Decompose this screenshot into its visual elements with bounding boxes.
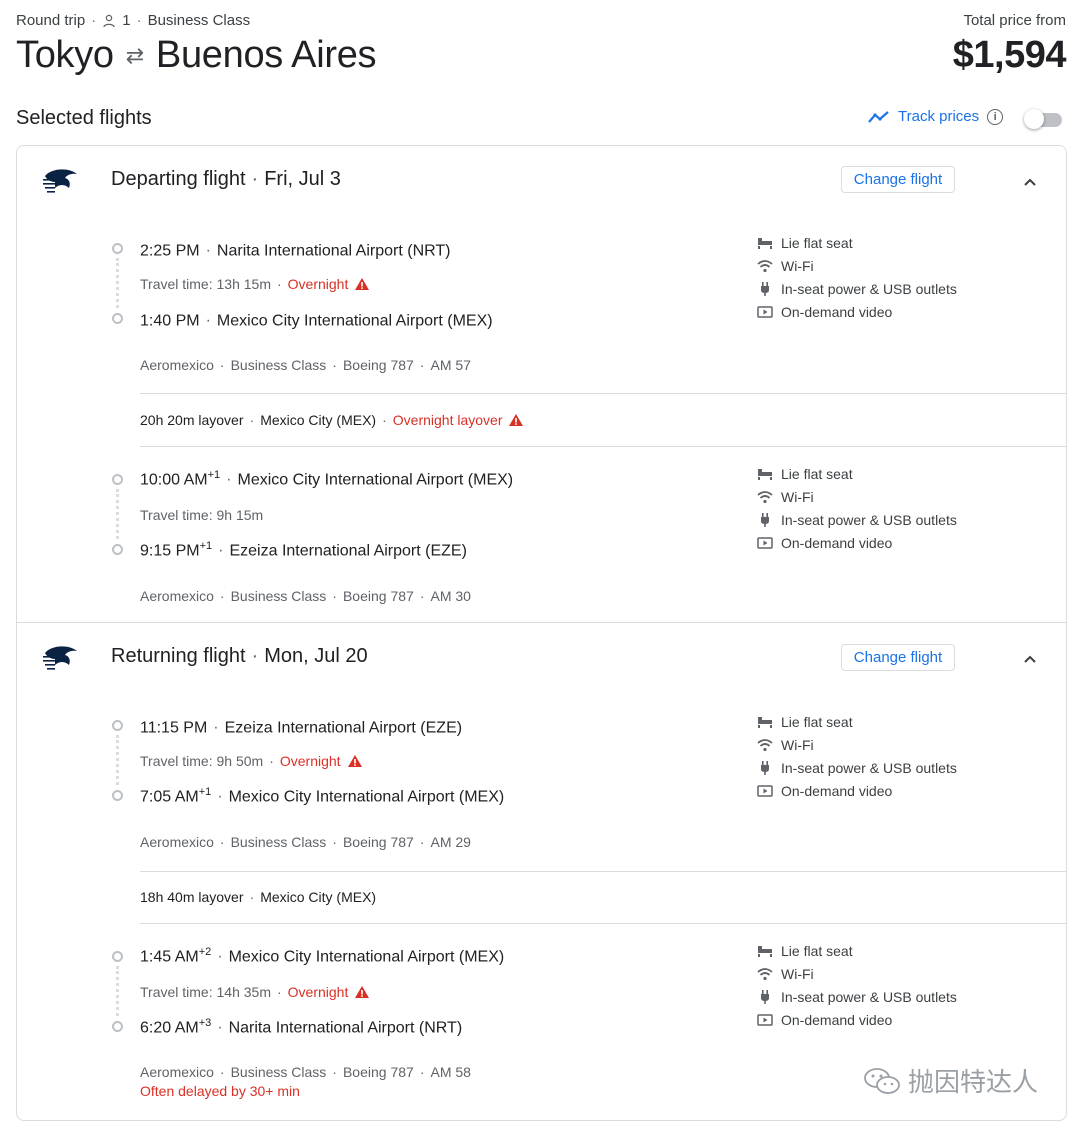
watermark: 抛因特达人 <box>862 1062 1038 1099</box>
layover-info: 18h 40m layover · Mexico City (MEX) <box>140 889 377 905</box>
video-icon <box>757 536 773 549</box>
amenities-list: Lie flat seat Wi-Fi In-seat power & USB … <box>757 231 957 323</box>
flight-details: Aeromexico · Business Class · Boeing 787 · AM … <box>140 834 471 850</box>
track-prices[interactable]: Track prices i <box>868 108 1004 125</box>
power-plug-icon <box>761 281 769 296</box>
travel-time: Travel time: 14h 35m · Overnight <box>140 984 370 1000</box>
wifi-icon <box>757 738 773 751</box>
origin-city: Tokyo <box>16 34 114 76</box>
video-icon <box>757 1013 773 1026</box>
seat-icon <box>758 716 772 728</box>
track-prices-toggle[interactable] <box>1024 109 1064 129</box>
returning-title: Returning flight <box>111 645 246 667</box>
departing-title: Departing flight <box>111 168 246 190</box>
returning-heading: Returning flight · Mon, Jul 20 <box>111 645 368 667</box>
price-label: Total price from <box>963 12 1066 29</box>
change-returning-flight-button[interactable]: Change flight <box>841 644 955 671</box>
warning-icon <box>509 414 524 426</box>
video-icon <box>757 784 773 797</box>
track-prices-label[interactable]: Track prices <box>898 108 979 125</box>
info-icon[interactable]: i <box>987 108 1004 125</box>
wifi-icon <box>757 259 773 272</box>
amenities-list: Lie flat seat Wi-Fi In-seat power & USB … <box>757 939 957 1031</box>
arrival-dot <box>112 544 123 555</box>
trip-summary: Round trip · 1 · Business Class <box>16 12 251 29</box>
departure-line: 2:25 PM · Narita International Airport (NR… <box>140 242 451 260</box>
returning-date: Mon, Jul 20 <box>264 645 368 667</box>
departure-line: 11:15 PM · Ezeiza International Airport (E… <box>140 719 463 737</box>
departure-dot <box>112 720 123 731</box>
aeromexico-logo <box>43 169 77 193</box>
amenities-list: Lie flat seat Wi-Fi In-seat power & USB … <box>757 462 957 554</box>
departure-dot <box>112 243 123 254</box>
trend-icon <box>868 110 889 123</box>
travel-time: Travel time: 9h 50m · Overnight <box>140 753 363 769</box>
selected-flights-heading: Selected flights <box>16 107 152 129</box>
arrival-line: 9:15 PM+1 · Ezeiza International Airport (… <box>140 540 467 560</box>
flight-details: Aeromexico · Business Class · Boeing 787 · AM … <box>140 588 471 604</box>
chevron-up-icon[interactable] <box>1021 650 1039 668</box>
flight-details: Aeromexico · Business Class · Boeing 787 · AM … <box>140 1064 471 1080</box>
departure-dot <box>112 474 123 485</box>
destination-city: Buenos Aires <box>155 34 377 76</box>
flight-details: Aeromexico · Business Class · Boeing 787 · AM … <box>140 357 471 373</box>
delay-warning: Often delayed by 30+ min <box>140 1083 300 1099</box>
passenger-count: 1 <box>122 12 131 29</box>
power-plug-icon <box>761 760 769 775</box>
person-icon <box>103 14 115 27</box>
power-plug-icon <box>761 989 769 1004</box>
seat-icon <box>758 468 772 480</box>
swap-icon: ⇄ <box>125 42 144 68</box>
wifi-icon <box>757 967 773 980</box>
warning-icon <box>355 278 370 290</box>
travel-time: Travel time: 13h 15m · Overnight <box>140 276 370 292</box>
seat-icon <box>758 237 772 249</box>
departure-dot <box>112 951 123 962</box>
departing-date: Fri, Jul 3 <box>264 168 341 190</box>
wifi-icon <box>757 490 773 503</box>
watermark-text: 抛因特达人 <box>908 1067 1039 1097</box>
arrival-dot <box>112 1021 123 1032</box>
total-price: $1,594 <box>952 34 1067 76</box>
aeromexico-logo <box>43 646 77 670</box>
arrival-line: 6:20 AM+3 · Narita International Airport (… <box>140 1017 463 1037</box>
route-title: Tokyo ⇄ Buenos Aires <box>16 34 377 77</box>
power-plug-icon <box>761 512 769 527</box>
returning-flight-card: Returning flight · Mon, Jul 20 Change flig… <box>16 622 1067 1121</box>
arrival-line: 7:05 AM+1 · Mexico City International Airp… <box>140 786 505 806</box>
arrival-dot <box>112 790 123 801</box>
toggle-knob <box>1024 109 1044 129</box>
warning-icon <box>355 986 370 998</box>
departure-line: 10:00 AM+1 · Mexico City International Air… <box>140 469 514 489</box>
departing-flight-card: Departing flight · Fri, Jul 3 Change fligh… <box>16 145 1067 623</box>
layover-info: 20h 20m layover · Mexico City (MEX) · Overni… <box>140 412 524 428</box>
video-icon <box>757 305 773 318</box>
trip-type: Round trip <box>16 12 86 29</box>
departure-line: 1:45 AM+2 · Mexico City International Airp… <box>140 946 505 966</box>
chevron-up-icon[interactable] <box>1021 173 1039 191</box>
warning-icon <box>347 755 362 767</box>
cabin-class: Business Class <box>147 12 251 29</box>
seat-icon <box>758 945 772 957</box>
departing-heading: Departing flight · Fri, Jul 3 <box>111 168 341 190</box>
wechat-icon <box>864 1067 900 1094</box>
amenities-list: Lie flat seat Wi-Fi In-seat power & USB … <box>757 710 957 802</box>
arrival-line: 1:40 PM · Mexico City International Airpor… <box>140 312 493 330</box>
travel-time: Travel time: 9h 15m <box>140 507 264 523</box>
arrival-dot <box>112 313 123 324</box>
change-departing-flight-button[interactable]: Change flight <box>841 166 955 193</box>
